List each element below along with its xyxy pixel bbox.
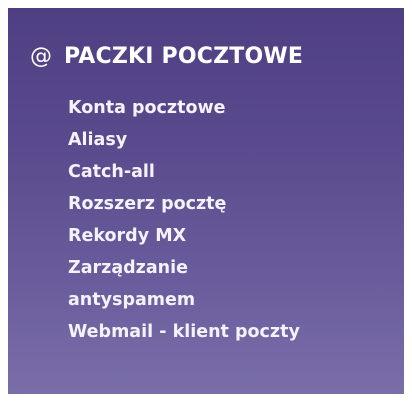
section-header: @ PACZKI POCZTOWE [30, 46, 303, 68]
menu-item-catch-all[interactable]: Catch-all [68, 156, 300, 188]
mail-menu-panel: @ PACZKI POCZTOWE Konta pocztowe Aliasy … [8, 8, 404, 394]
menu-item-rozszerz-poczte[interactable]: Rozszerz pocztę [68, 188, 300, 220]
menu-item-aliasy[interactable]: Aliasy [68, 124, 300, 156]
menu-list: Konta pocztowe Aliasy Catch-all Rozszerz… [68, 92, 300, 348]
at-sign-icon: @ [30, 44, 52, 69]
menu-item-konta-pocztowe[interactable]: Konta pocztowe [68, 92, 300, 124]
menu-item-zarzadzanie-antyspamem-cont[interactable]: antyspamem [68, 284, 300, 316]
menu-item-zarzadzanie-antyspamem[interactable]: Zarządzanie [68, 252, 300, 284]
menu-item-webmail[interactable]: Webmail - klient poczty [68, 316, 300, 348]
menu-item-rekordy-mx[interactable]: Rekordy MX [68, 220, 300, 252]
section-title: PACZKI POCZTOWE [64, 44, 304, 69]
